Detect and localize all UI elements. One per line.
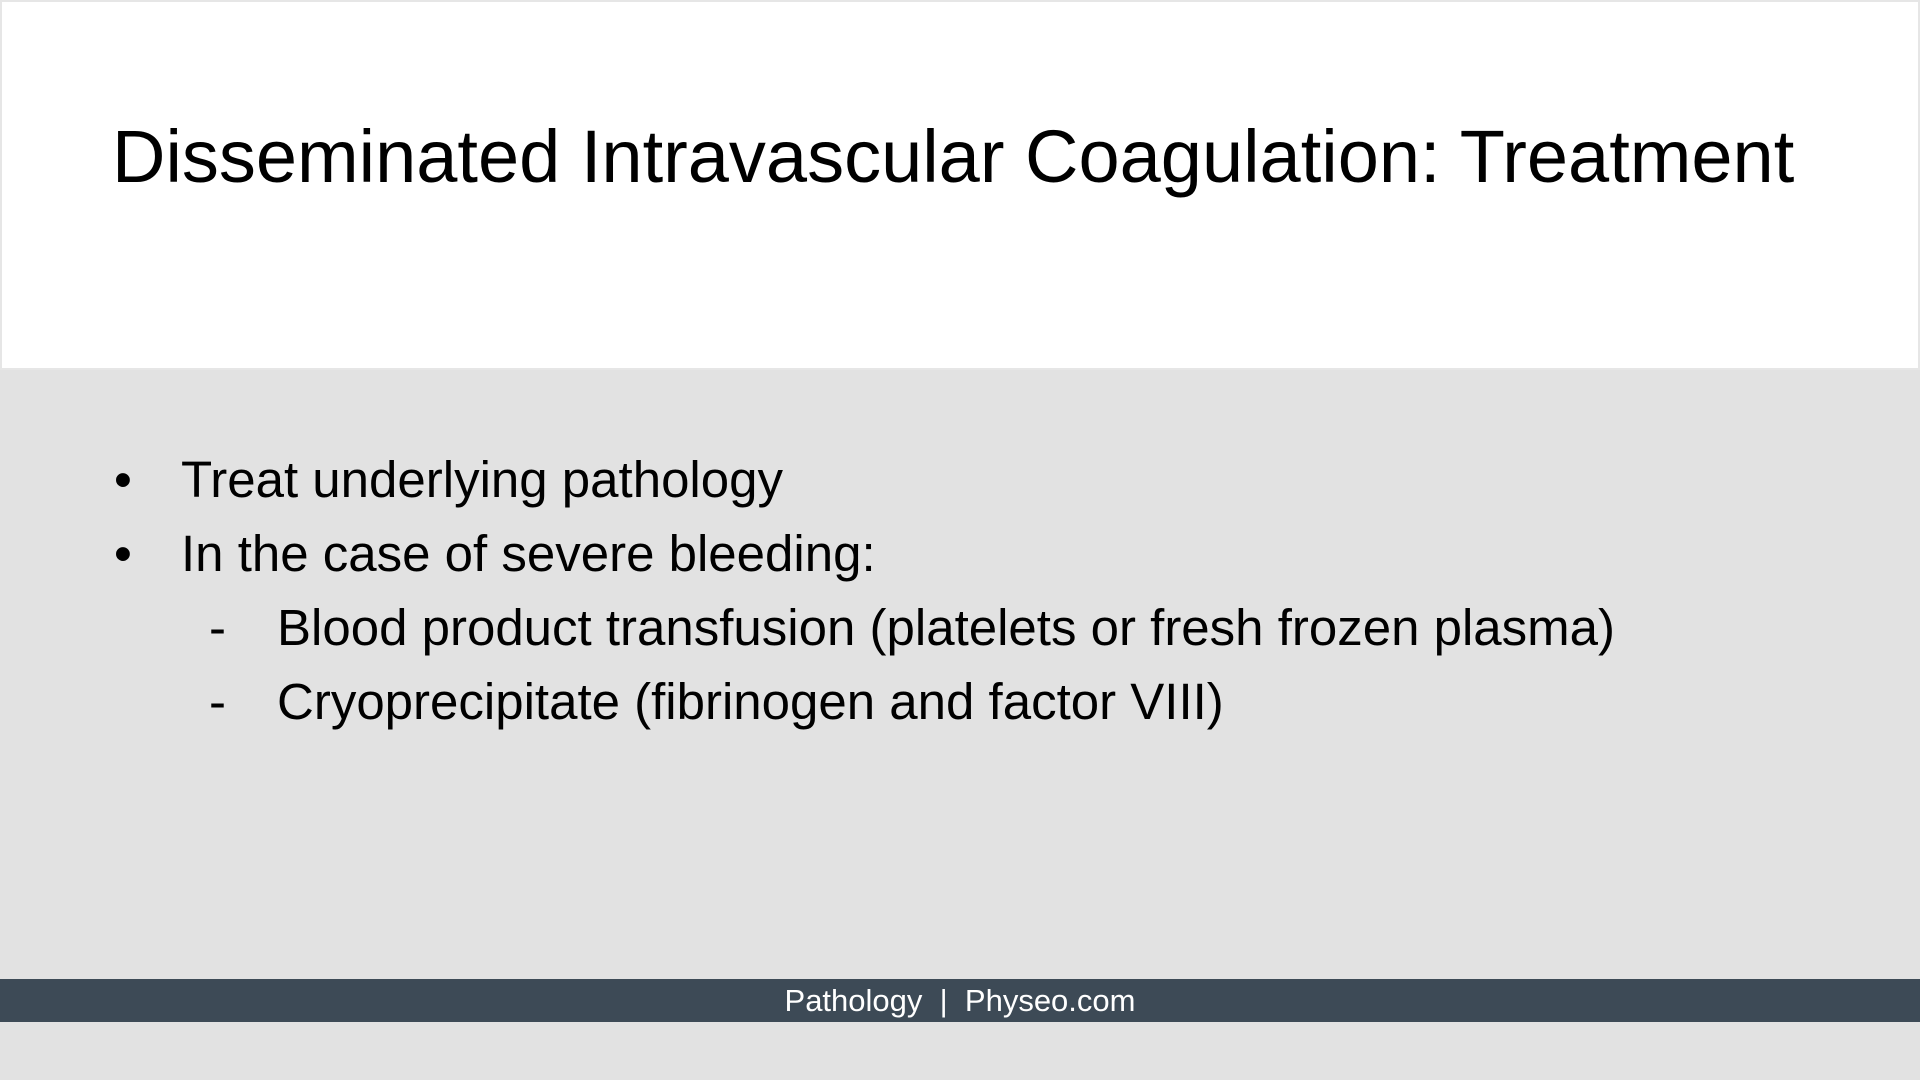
footer-text: Pathology | Physeo.com: [784, 983, 1136, 1018]
bullet-marker: •: [114, 451, 132, 508]
sub-bullet-text: Blood product transfusion (platelets or …: [277, 599, 1616, 656]
bullet-text: In the case of severe bleeding:: [181, 525, 876, 582]
dash-marker: -: [209, 599, 226, 656]
dash-marker: -: [209, 673, 226, 730]
bullet-text: Treat underlying pathology: [181, 451, 783, 508]
bullet-marker: •: [114, 525, 132, 582]
bullet-list: • Treat underlying pathology • In the ca…: [0, 450, 1920, 746]
sub-bullet-item: - Blood product transfusion (platelets o…: [0, 598, 1920, 672]
slide: Disseminated Intravascular Coagulation: …: [0, 0, 1920, 1080]
footer-bar: Pathology | Physeo.com: [0, 979, 1920, 1022]
bullet-item: • Treat underlying pathology: [0, 450, 1920, 524]
bullet-item: • In the case of severe bleeding:: [0, 524, 1920, 598]
sub-bullet-item: - Cryoprecipitate (fibrinogen and factor…: [0, 672, 1920, 746]
title-area: Disseminated Intravascular Coagulation: …: [0, 0, 1920, 370]
sub-bullet-text: Cryoprecipitate (fibrinogen and factor V…: [277, 673, 1224, 730]
slide-title: Disseminated Intravascular Coagulation: …: [112, 115, 1795, 198]
